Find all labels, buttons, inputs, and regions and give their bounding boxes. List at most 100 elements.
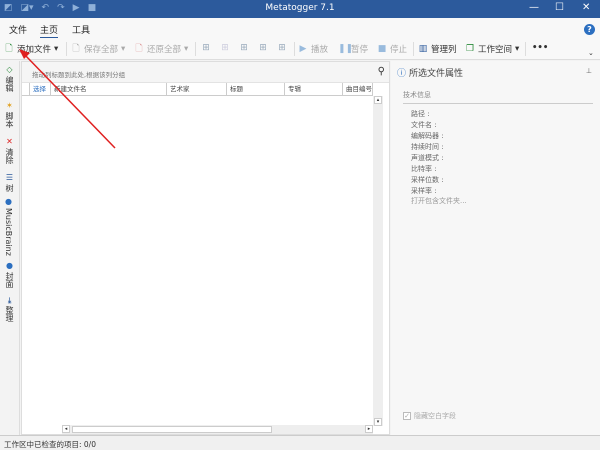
scroll-left-icon[interactable]: ◂ <box>62 425 70 433</box>
save-all-label: 保存全部 <box>84 45 119 55</box>
restore-all-button[interactable]: 🗋 还原全部 ▾ <box>134 43 188 55</box>
add-files-label: 添加文件 <box>17 45 52 55</box>
grid-icon: ⊞ <box>240 43 248 53</box>
sidebar-item-musicbrainz[interactable]: ● MusicBrainz <box>4 197 13 256</box>
pause-label: 暂停 <box>351 45 369 55</box>
tab-file[interactable]: 文件 <box>9 23 27 36</box>
sidebar-item-organize[interactable]: ⇥ 整理 <box>4 297 15 322</box>
window-title: Metatogger 7.1 <box>265 3 335 13</box>
search-icon[interactable]: ⚲ <box>378 66 385 77</box>
chevron-down-icon: ▾ <box>54 44 59 54</box>
cover-icon: ● <box>5 261 14 270</box>
sidebar-item-cover[interactable]: ● 封面 <box>4 261 15 288</box>
divider <box>525 42 526 56</box>
tab-home[interactable]: 主页 <box>40 23 59 39</box>
column-header-select[interactable]: 选择 <box>30 83 51 96</box>
manage-columns-button[interactable]: ▥ 管理列 <box>418 43 457 55</box>
horizontal-scrollbar[interactable]: ◂ ▸ <box>62 425 373 434</box>
scroll-down-icon[interactable]: ▾ <box>374 418 382 426</box>
collapse-ribbon-icon[interactable]: ⌄ <box>588 49 594 57</box>
field-codec: 编解码器 : <box>411 132 444 140</box>
sidebar-item-tree[interactable]: ☰ 树 <box>4 173 15 192</box>
sidebar-item-clean[interactable]: ✕ 清除 <box>4 137 15 164</box>
sidebar-item-label: 清除 <box>5 148 14 164</box>
grid-icon: ⊞ <box>259 43 267 53</box>
sidebar: ◇ 编辑 ✶ 脚本 ✕ 清除 ☰ 树 ● MusicBrainz ● 封面 ⇥ 整理 <box>0 61 20 435</box>
grid-icon: ⊞ <box>278 43 286 53</box>
ribbon-toolbar: 🗋 添加文件 ▾ 🗋 保存全部 ▾ 🗋 还原全部 ▾ ⊞ ⊞ ⊞ ⊞ ⊞ ▶ 播放 ❚❚ 暂停 … <box>0 38 600 60</box>
pin-icon[interactable]: ⊥ <box>586 67 592 75</box>
divider <box>413 42 414 56</box>
play-label: 播放 <box>311 45 329 55</box>
layout-button-2[interactable]: ⊞ <box>220 43 230 53</box>
chevron-down-icon: ▾ <box>515 44 520 54</box>
minimize-button[interactable]: — <box>529 2 539 13</box>
layout-button-3[interactable]: ⊞ <box>239 43 249 53</box>
scroll-thumb[interactable] <box>72 426 272 433</box>
sidebar-item-label: 树 <box>5 184 14 192</box>
sidebar-item-edit[interactable]: ◇ 编辑 <box>4 65 15 92</box>
field-bitrate: 比特率 : <box>411 165 437 173</box>
properties-panel: ⓘ 所选文件属性 ⊥ 技术信息 路径 : 文件名 : 编解码器 : 持续时间 : … <box>391 61 600 435</box>
sidebar-item-label: 封面 <box>5 272 14 288</box>
pause-icon: ❚❚ <box>338 44 354 54</box>
grid-icon: ⊞ <box>202 43 210 53</box>
hide-empty-checkbox[interactable]: ✓ 隐藏空白字段 <box>403 411 456 421</box>
pause-button[interactable]: ❚❚ 暂停 <box>338 43 368 55</box>
stop-icon: ■ <box>377 44 387 54</box>
tree-icon: ☰ <box>5 173 14 182</box>
field-bit-depth: 采样位数 : <box>411 176 444 184</box>
scroll-up-icon[interactable]: ▴ <box>374 96 382 104</box>
maximize-button[interactable]: ☐ <box>555 2 564 13</box>
sidebar-item-script[interactable]: ✶ 脚本 <box>4 101 15 128</box>
add-file-icon: 🗋 <box>5 44 13 54</box>
script-icon: ✶ <box>5 101 14 110</box>
ribbon-tabs: 文件 主页 工具 ? <box>0 18 600 39</box>
group-by-area[interactable]: 拖动列标题到此处,根据该列分组 ⚲ <box>22 62 389 83</box>
column-header-album[interactable]: 专辑 <box>285 83 343 96</box>
field-sample-rate: 采样率 : <box>411 187 437 195</box>
chevron-down-icon: ▾ <box>184 44 189 54</box>
section-title: 技术信息 <box>403 90 593 104</box>
sidebar-item-label: MusicBrainz <box>4 208 13 256</box>
restore-all-label: 还原全部 <box>147 45 182 55</box>
scroll-right-icon[interactable]: ▸ <box>365 425 373 433</box>
divider <box>195 42 196 56</box>
play-icon: ▶ <box>299 44 307 54</box>
stop-label: 停止 <box>390 45 408 55</box>
sidebar-item-label: 整理 <box>5 305 14 322</box>
tab-tools[interactable]: 工具 <box>72 23 90 36</box>
sidebar-item-label: 脚本 <box>5 112 14 128</box>
workspace-button[interactable]: ❐ 工作空间 ▾ <box>465 43 519 55</box>
layout-button-4[interactable]: ⊞ <box>258 43 268 53</box>
title-bar: ◩ ◪▾ ↶ ↷ ▶ ■ Metatogger 7.1 — ☐ ✕ <box>0 0 600 18</box>
columns-icon: ▥ <box>418 44 428 54</box>
open-folder-link[interactable]: 打开包含文件夹... <box>411 196 467 206</box>
add-files-button[interactable]: 🗋 添加文件 ▾ <box>4 43 58 55</box>
more-button[interactable]: ••• <box>532 43 548 53</box>
help-icon[interactable]: ? <box>584 24 595 35</box>
tag-add-icon: ◇ <box>5 65 14 74</box>
column-header-new-filename[interactable]: 新建文件名 <box>51 83 167 96</box>
status-text: 工作区中已检查的项目: 0/0 <box>4 440 96 449</box>
layout-button-5[interactable]: ⊞ <box>277 43 287 53</box>
layout-button-1[interactable]: ⊞ <box>201 43 211 53</box>
field-path: 路径 : <box>411 110 430 118</box>
group-hint: 拖动列标题到此处,根据该列分组 <box>32 71 126 79</box>
vertical-scrollbar[interactable]: ▴ ▾ <box>373 96 383 426</box>
column-header-title[interactable]: 标题 <box>227 83 285 96</box>
stop-button[interactable]: ■ 停止 <box>377 43 407 55</box>
close-button[interactable]: ✕ <box>582 2 590 13</box>
play-button[interactable]: ▶ 播放 <box>298 43 328 55</box>
column-header-artist[interactable]: 艺术家 <box>167 83 227 96</box>
manage-columns-label: 管理列 <box>431 45 457 55</box>
organize-icon: ⇥ <box>5 297 14 304</box>
column-header-track-number[interactable]: 曲目编号 <box>343 83 373 96</box>
info-icon: ⓘ <box>397 69 407 79</box>
panel-header: ⓘ 所选文件属性 <box>397 66 463 79</box>
grid-icon: ⊞ <box>221 43 229 53</box>
field-filename: 文件名 : <box>411 121 437 129</box>
row-header-corner <box>22 83 30 96</box>
file-grid: 拖动列标题到此处,根据该列分组 ⚲ 选择 新建文件名 艺术家 标题 专辑 曲目编… <box>21 61 390 435</box>
save-all-button[interactable]: 🗋 保存全部 ▾ <box>71 43 125 55</box>
